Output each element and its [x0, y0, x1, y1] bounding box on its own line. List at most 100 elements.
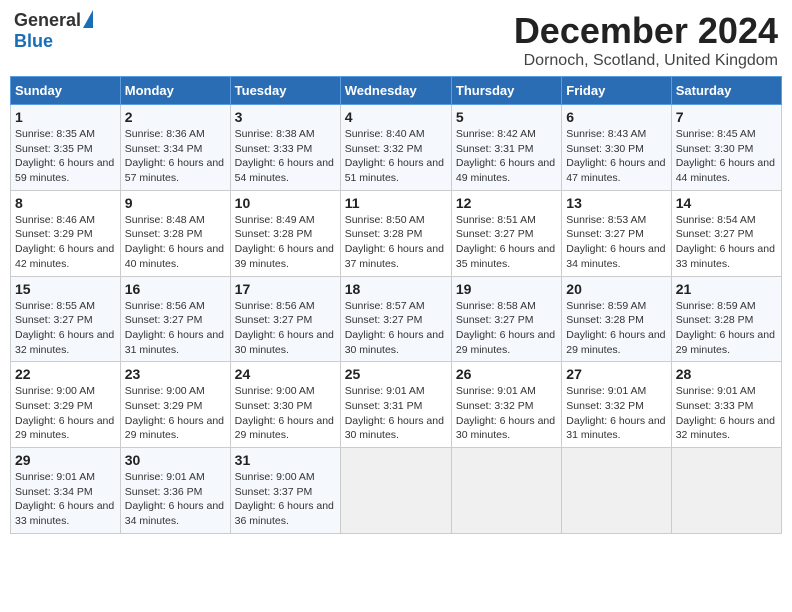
- day-number: 24: [235, 366, 336, 382]
- day-number: 26: [456, 366, 557, 382]
- calendar-cell: [562, 448, 671, 534]
- calendar-cell: 2 Sunrise: 8:36 AMSunset: 3:34 PMDaylight…: [120, 105, 230, 191]
- calendar-cell: 31 Sunrise: 9:00 AMSunset: 3:37 PMDayligh…: [230, 448, 340, 534]
- day-number: 9: [125, 195, 226, 211]
- page-header: General Blue December 2024 Dornoch, Scot…: [10, 10, 782, 70]
- day-number: 21: [676, 281, 777, 297]
- calendar-cell: 26 Sunrise: 9:01 AMSunset: 3:32 PMDayligh…: [451, 362, 561, 448]
- day-info: Sunrise: 9:00 AMSunset: 3:30 PMDaylight:…: [235, 384, 336, 443]
- calendar-week-row: 22 Sunrise: 9:00 AMSunset: 3:29 PMDayligh…: [11, 362, 782, 448]
- day-number: 8: [15, 195, 116, 211]
- logo-general: General: [14, 10, 81, 31]
- day-number: 27: [566, 366, 666, 382]
- calendar-cell: 18 Sunrise: 8:57 AMSunset: 3:27 PMDayligh…: [340, 276, 451, 362]
- calendar-cell: 6 Sunrise: 8:43 AMSunset: 3:30 PMDaylight…: [562, 105, 671, 191]
- calendar-cell: 28 Sunrise: 9:01 AMSunset: 3:33 PMDayligh…: [671, 362, 781, 448]
- calendar-cell: 16Sunrise: 8:56 AMSunset: 3:27 PMDayligh…: [120, 276, 230, 362]
- day-info: Sunrise: 9:00 AMSunset: 3:37 PMDaylight:…: [235, 470, 336, 529]
- calendar-cell: 9 Sunrise: 8:48 AMSunset: 3:28 PMDaylight…: [120, 190, 230, 276]
- calendar-cell: 22 Sunrise: 9:00 AMSunset: 3:29 PMDayligh…: [11, 362, 121, 448]
- day-info: Sunrise: 8:43 AMSunset: 3:30 PMDaylight:…: [566, 127, 666, 186]
- day-number: 14: [676, 195, 777, 211]
- day-number: 13: [566, 195, 666, 211]
- calendar-cell: 5 Sunrise: 8:42 AMSunset: 3:31 PMDaylight…: [451, 105, 561, 191]
- day-info: Sunrise: 8:56 AMSunset: 3:27 PMDaylight:…: [125, 299, 226, 358]
- day-info: Sunrise: 9:01 AMSunset: 3:34 PMDaylight:…: [15, 470, 116, 529]
- logo-icon: [83, 10, 93, 28]
- day-info: Sunrise: 8:46 AMSunset: 3:29 PMDaylight:…: [15, 213, 116, 272]
- header-wednesday: Wednesday: [340, 77, 451, 105]
- calendar-cell: 15Sunrise: 8:55 AMSunset: 3:27 PMDayligh…: [11, 276, 121, 362]
- calendar-cell: 17 Sunrise: 8:56 AMSunset: 3:27 PMDayligh…: [230, 276, 340, 362]
- day-number: 3: [235, 109, 336, 125]
- calendar-cell: 20Sunrise: 8:59 AMSunset: 3:28 PMDayligh…: [562, 276, 671, 362]
- day-number: 10: [235, 195, 336, 211]
- day-info: Sunrise: 8:38 AMSunset: 3:33 PMDaylight:…: [235, 127, 336, 186]
- day-number: 5: [456, 109, 557, 125]
- header-saturday: Saturday: [671, 77, 781, 105]
- subtitle: Dornoch, Scotland, United Kingdom: [514, 52, 778, 70]
- day-number: 1: [15, 109, 116, 125]
- calendar-cell: 29 Sunrise: 9:01 AMSunset: 3:34 PMDayligh…: [11, 448, 121, 534]
- calendar-cell: 3 Sunrise: 8:38 AMSunset: 3:33 PMDaylight…: [230, 105, 340, 191]
- day-number: 15: [15, 281, 116, 297]
- calendar-cell: 8 Sunrise: 8:46 AMSunset: 3:29 PMDaylight…: [11, 190, 121, 276]
- day-info: Sunrise: 9:00 AMSunset: 3:29 PMDaylight:…: [125, 384, 226, 443]
- logo: General Blue: [14, 10, 93, 52]
- day-info: Sunrise: 9:01 AMSunset: 3:36 PMDaylight:…: [125, 470, 226, 529]
- calendar-cell: 30 Sunrise: 9:01 AMSunset: 3:36 PMDayligh…: [120, 448, 230, 534]
- main-title: December 2024: [514, 10, 778, 52]
- day-number: 28: [676, 366, 777, 382]
- header-sunday: Sunday: [11, 77, 121, 105]
- day-number: 30: [125, 452, 226, 468]
- calendar-cell: 13 Sunrise: 8:53 AMSunset: 3:27 PMDayligh…: [562, 190, 671, 276]
- day-info: Sunrise: 9:01 AMSunset: 3:33 PMDaylight:…: [676, 384, 777, 443]
- calendar-cell: 24 Sunrise: 9:00 AMSunset: 3:30 PMDayligh…: [230, 362, 340, 448]
- day-info: Sunrise: 8:53 AMSunset: 3:27 PMDaylight:…: [566, 213, 666, 272]
- calendar-cell: 27Sunrise: 9:01 AMSunset: 3:32 PMDayligh…: [562, 362, 671, 448]
- calendar-cell: 7Sunrise: 8:45 AMSunset: 3:30 PMDaylight…: [671, 105, 781, 191]
- day-number: 18: [345, 281, 447, 297]
- calendar-cell: 25Sunrise: 9:01 AMSunset: 3:31 PMDayligh…: [340, 362, 451, 448]
- day-info: Sunrise: 8:57 AMSunset: 3:27 PMDaylight:…: [345, 299, 447, 358]
- day-number: 22: [15, 366, 116, 382]
- calendar-week-row: 1 Sunrise: 8:35 AMSunset: 3:35 PMDaylight…: [11, 105, 782, 191]
- calendar-week-row: 29 Sunrise: 9:01 AMSunset: 3:34 PMDayligh…: [11, 448, 782, 534]
- day-number: 31: [235, 452, 336, 468]
- day-number: 23: [125, 366, 226, 382]
- day-info: Sunrise: 8:42 AMSunset: 3:31 PMDaylight:…: [456, 127, 557, 186]
- calendar-header-row: Sunday Monday Tuesday Wednesday Thursday…: [11, 77, 782, 105]
- day-info: Sunrise: 9:01 AMSunset: 3:32 PMDaylight:…: [456, 384, 557, 443]
- day-number: 4: [345, 109, 447, 125]
- day-info: Sunrise: 8:50 AMSunset: 3:28 PMDaylight:…: [345, 213, 447, 272]
- day-number: 19: [456, 281, 557, 297]
- calendar-cell: 10 Sunrise: 8:49 AMSunset: 3:28 PMDayligh…: [230, 190, 340, 276]
- day-info: Sunrise: 8:36 AMSunset: 3:34 PMDaylight:…: [125, 127, 226, 186]
- day-info: Sunrise: 9:00 AMSunset: 3:29 PMDaylight:…: [15, 384, 116, 443]
- day-info: Sunrise: 8:59 AMSunset: 3:28 PMDaylight:…: [676, 299, 777, 358]
- calendar-cell: 23 Sunrise: 9:00 AMSunset: 3:29 PMDayligh…: [120, 362, 230, 448]
- day-info: Sunrise: 9:01 AMSunset: 3:31 PMDaylight:…: [345, 384, 447, 443]
- day-number: 6: [566, 109, 666, 125]
- day-info: Sunrise: 8:48 AMSunset: 3:28 PMDaylight:…: [125, 213, 226, 272]
- day-info: Sunrise: 8:54 AMSunset: 3:27 PMDaylight:…: [676, 213, 777, 272]
- calendar-cell: [340, 448, 451, 534]
- header-monday: Monday: [120, 77, 230, 105]
- calendar-cell: 1 Sunrise: 8:35 AMSunset: 3:35 PMDaylight…: [11, 105, 121, 191]
- day-info: Sunrise: 8:51 AMSunset: 3:27 PMDaylight:…: [456, 213, 557, 272]
- calendar-cell: 4Sunrise: 8:40 AMSunset: 3:32 PMDaylight…: [340, 105, 451, 191]
- day-number: 29: [15, 452, 116, 468]
- header-friday: Friday: [562, 77, 671, 105]
- day-info: Sunrise: 8:45 AMSunset: 3:30 PMDaylight:…: [676, 127, 777, 186]
- day-number: 17: [235, 281, 336, 297]
- day-number: 12: [456, 195, 557, 211]
- calendar-table: Sunday Monday Tuesday Wednesday Thursday…: [10, 76, 782, 534]
- day-number: 2: [125, 109, 226, 125]
- day-info: Sunrise: 8:56 AMSunset: 3:27 PMDaylight:…: [235, 299, 336, 358]
- day-info: Sunrise: 8:35 AMSunset: 3:35 PMDaylight:…: [15, 127, 116, 186]
- day-number: 20: [566, 281, 666, 297]
- calendar-cell: 14 Sunrise: 8:54 AMSunset: 3:27 PMDayligh…: [671, 190, 781, 276]
- calendar-cell: 19Sunrise: 8:58 AMSunset: 3:27 PMDayligh…: [451, 276, 561, 362]
- title-section: December 2024 Dornoch, Scotland, United …: [514, 10, 778, 70]
- day-info: Sunrise: 8:49 AMSunset: 3:28 PMDaylight:…: [235, 213, 336, 272]
